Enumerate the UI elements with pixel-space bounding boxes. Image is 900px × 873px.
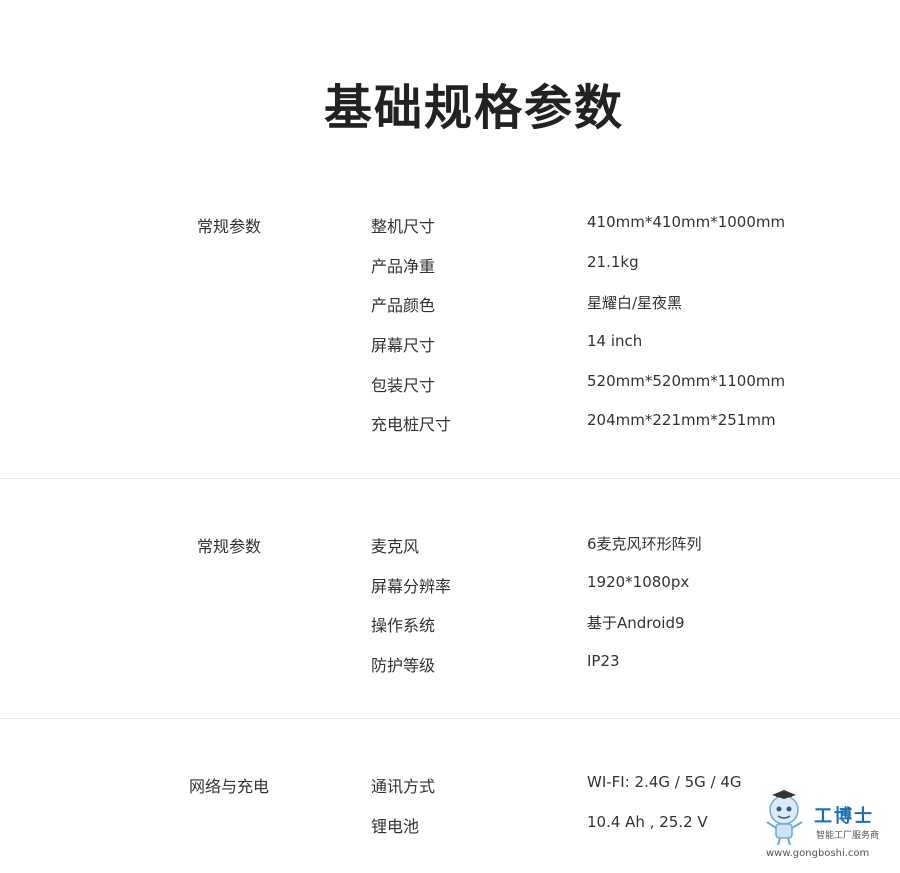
spec-value: 1920*1080px — [587, 573, 690, 591]
spec-name: 屏幕分辨率 — [371, 577, 452, 596]
spec-value: 10.4 Ah , 25.2 V — [587, 813, 708, 831]
spec-name: 屏幕尺寸 — [371, 336, 436, 355]
spec-row: 操作系统 基于Android9 — [0, 612, 900, 636]
spec-row: 屏幕尺寸 14 inch — [0, 332, 900, 356]
spec-row: 充电桩尺寸 204mm*221mm*251mm — [0, 411, 900, 435]
spec-value: IP23 — [587, 652, 620, 670]
spec-row: 防护等级 IP23 — [0, 652, 900, 676]
watermark-slogan: 智能工厂服务商 — [816, 831, 880, 841]
spec-value: 14 inch — [587, 332, 643, 350]
spec-name: 整机尺寸 — [371, 217, 436, 236]
spec-row: 产品颜色 星耀白/星夜黑 — [0, 292, 900, 316]
spec-name: 麦克风 — [371, 537, 420, 556]
spec-name: 操作系统 — [371, 616, 436, 635]
watermark-brand: 工博士 — [814, 806, 874, 827]
spec-value: 410mm*410mm*1000mm — [587, 213, 786, 231]
spec-row: 产品净重 21.1kg — [0, 253, 900, 277]
spec-value: 21.1kg — [587, 253, 639, 271]
spec-row: 包装尺寸 520mm*520mm*1100mm — [0, 372, 900, 396]
section-divider — [0, 718, 900, 719]
watermark-url: www.gongboshi.com — [766, 848, 870, 859]
spec-name: 充电桩尺寸 — [371, 415, 452, 434]
spec-value: 204mm*221mm*251mm — [587, 411, 776, 429]
spec-name: 通讯方式 — [371, 777, 436, 796]
spec-value: 星耀白/星夜黑 — [587, 294, 683, 312]
spec-row: 屏幕分辨率 1920*1080px — [0, 573, 900, 597]
spec-name: 防护等级 — [371, 656, 436, 675]
spec-value: 6麦克风环形阵列 — [587, 535, 702, 553]
section-divider — [0, 478, 900, 479]
spec-row: 整机尺寸 410mm*410mm*1000mm — [0, 213, 900, 237]
spec-value: 基于Android9 — [587, 614, 685, 632]
page-title: 基础规格参数 — [323, 80, 624, 136]
spec-name: 产品颜色 — [371, 296, 436, 315]
spec-row: 麦克风 6麦克风环形阵列 — [0, 533, 900, 557]
spec-name: 锂电池 — [371, 817, 420, 836]
spec-value: WI-FI: 2.4G / 5G / 4G — [587, 773, 742, 791]
spec-name: 包装尺寸 — [371, 376, 436, 395]
spec-value: 520mm*520mm*1100mm — [587, 372, 786, 390]
watermark-logo: 工博士 智能工厂服务商 www.gongboshi.com — [762, 790, 892, 862]
spec-name: 产品净重 — [371, 257, 436, 276]
robot-mascot-icon — [766, 790, 803, 846]
